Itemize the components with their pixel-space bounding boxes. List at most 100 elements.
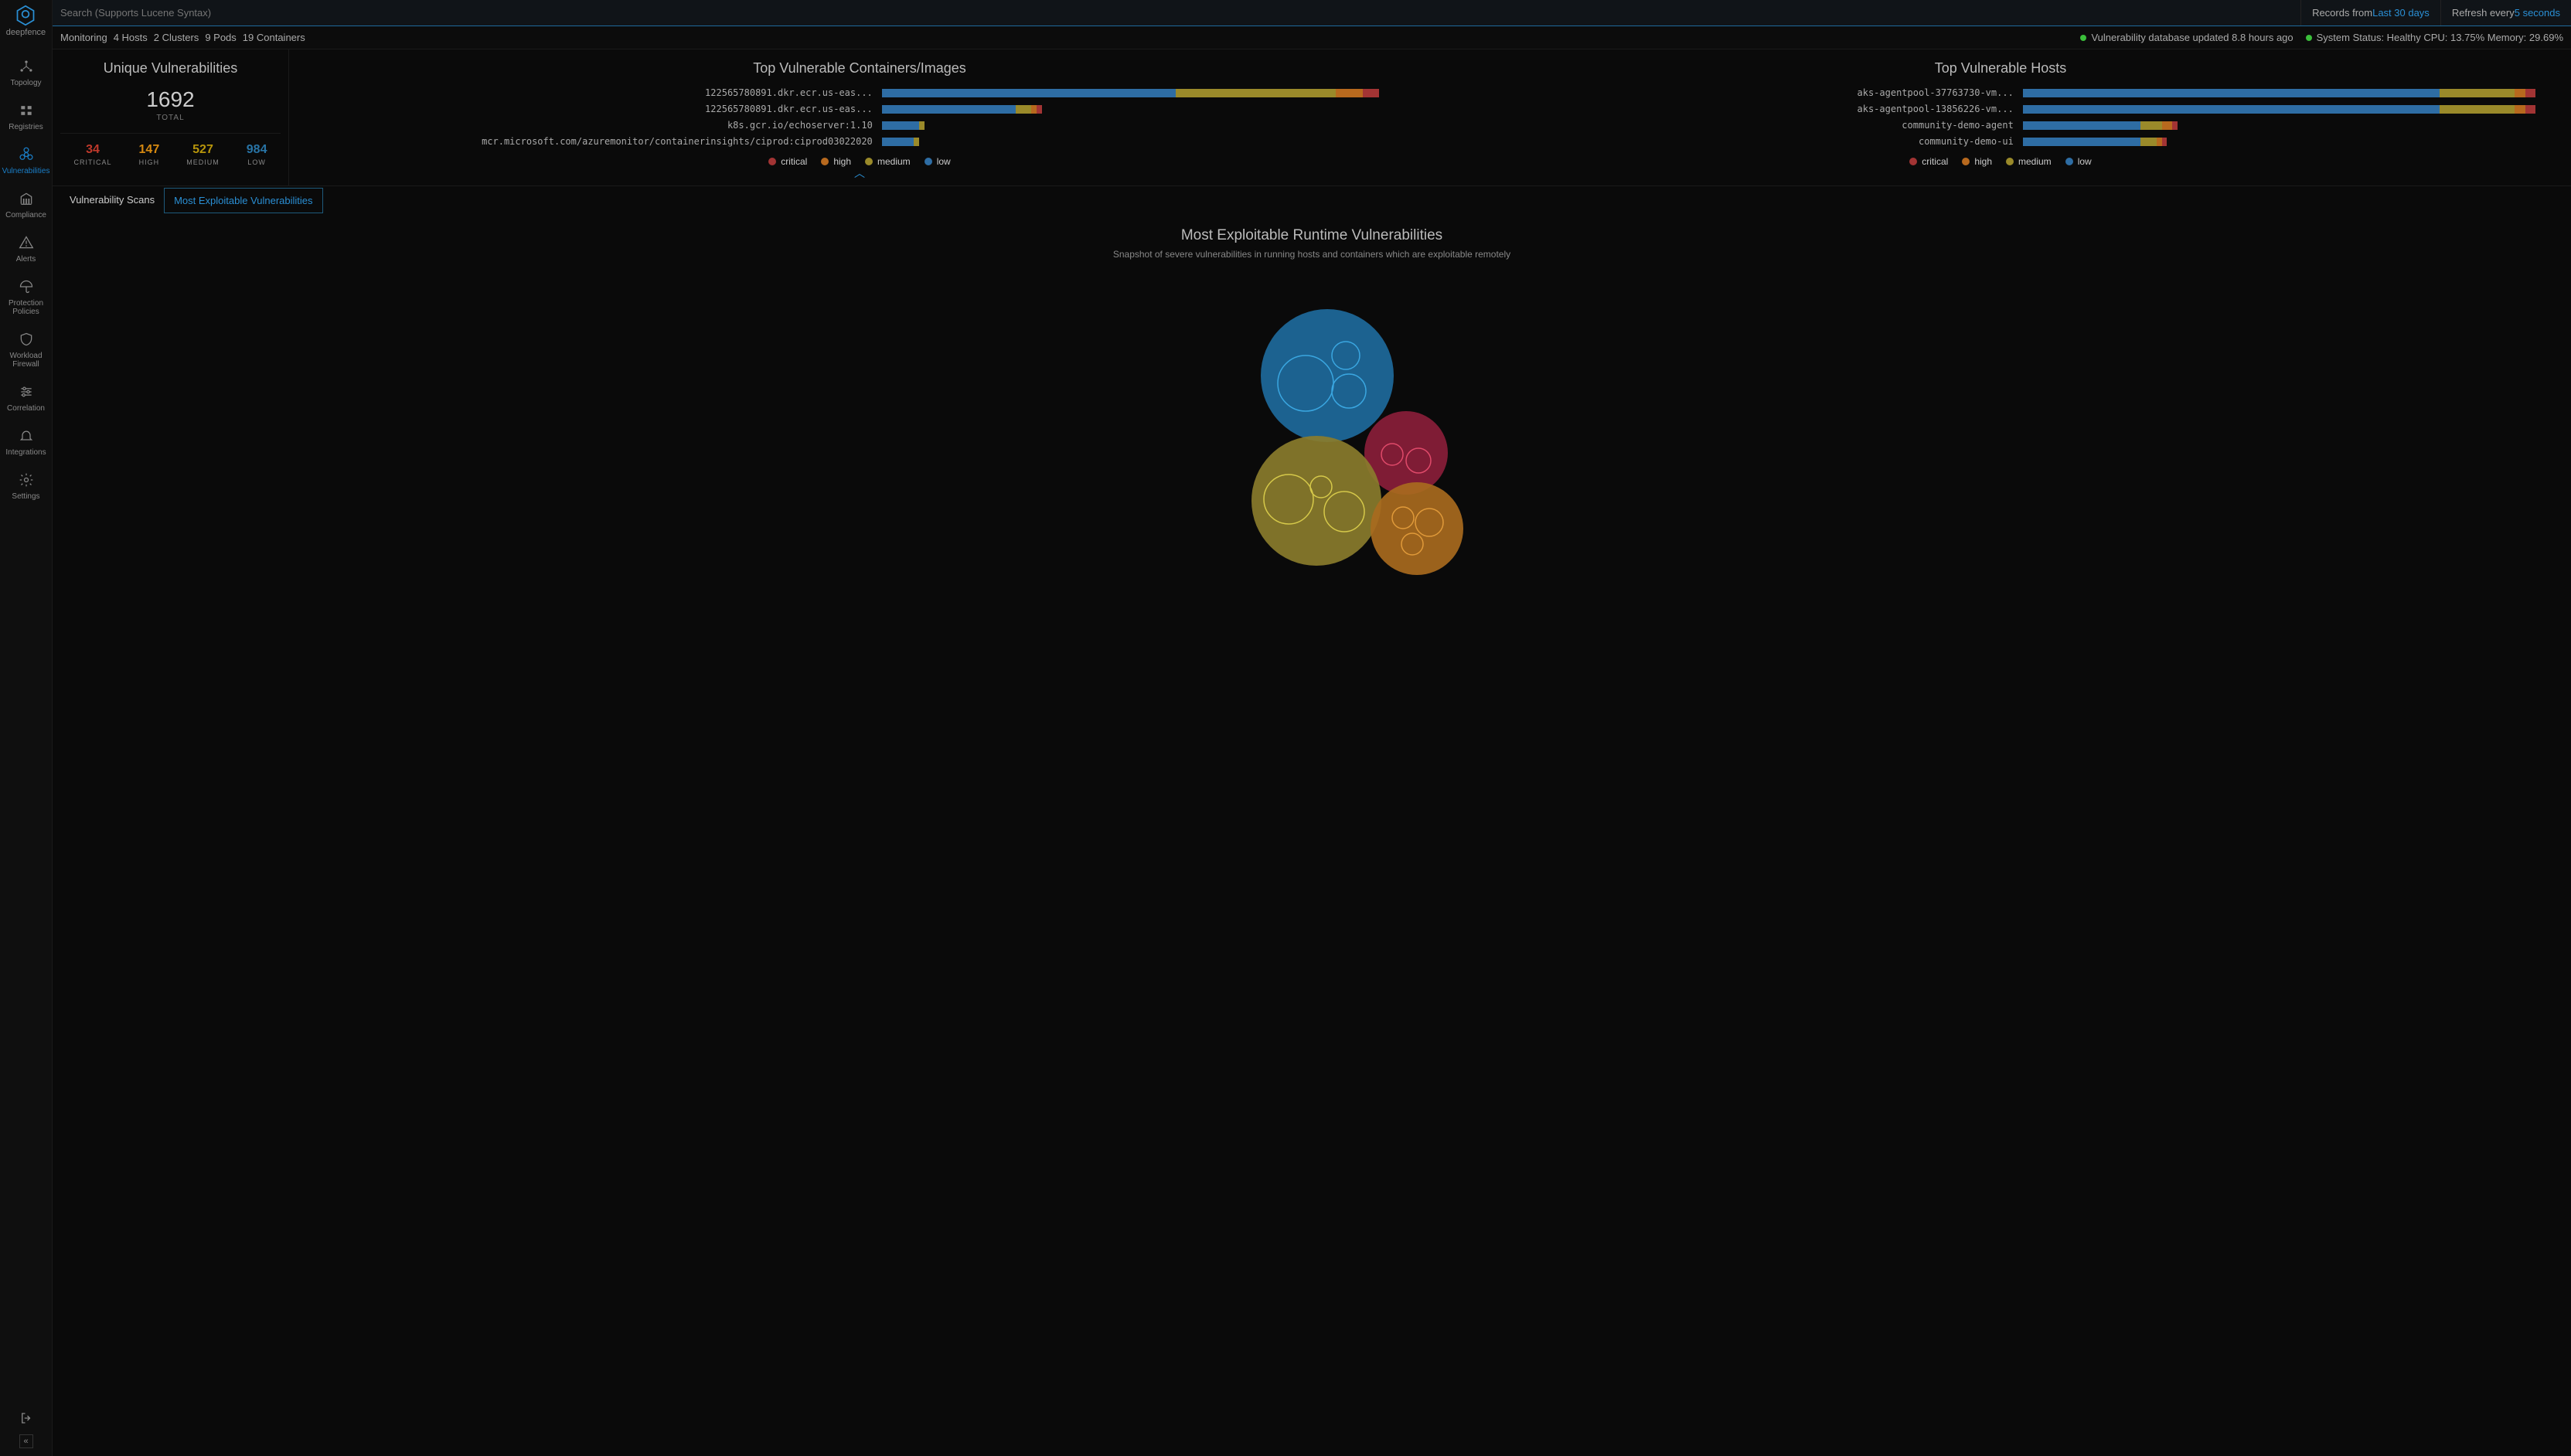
sidebar-item-registries[interactable]: Registries xyxy=(0,95,52,139)
sidebar-item-vulnerabilities[interactable]: Vulnerabilities xyxy=(0,139,52,183)
severity-value: 34 xyxy=(74,143,112,157)
bar-seg-low xyxy=(2023,105,2440,114)
severity-high[interactable]: 147HIGH xyxy=(139,143,160,166)
refresh-interval[interactable]: Refresh every 5 seconds xyxy=(2440,0,2571,26)
bar-seg-medium xyxy=(2140,138,2157,146)
sidebar-item-topology[interactable]: Topology xyxy=(0,51,52,95)
bubble-low[interactable] xyxy=(1261,309,1394,442)
bar-label: community-demo-agent xyxy=(1444,120,2023,131)
tab-most-exploitable[interactable]: Most Exploitable Vulnerabilities xyxy=(164,188,322,213)
bar-seg-medium xyxy=(2440,105,2515,114)
sidebar-item-label: Vulnerabilities xyxy=(2,167,50,175)
sidebar-item-integrations[interactable]: Integrations xyxy=(0,420,52,464)
brand-logo[interactable]: deepfence xyxy=(6,5,46,37)
status-dot-icon xyxy=(2080,35,2086,41)
panel-title: Top Vulnerable Hosts xyxy=(1444,60,2557,77)
severity-value: 527 xyxy=(186,143,220,157)
legend-critical[interactable]: critical xyxy=(1909,156,1948,167)
bell-icon xyxy=(19,428,34,444)
dot-icon xyxy=(2065,158,2073,165)
tabs: Vulnerability Scans Most Exploitable Vul… xyxy=(53,188,2571,213)
legend-medium[interactable]: medium xyxy=(865,156,911,167)
containers-count[interactable]: 19 Containers xyxy=(243,32,305,43)
bar-seg-high xyxy=(2515,105,2525,114)
bubble-chart[interactable] xyxy=(53,260,2571,1456)
logout-icon[interactable] xyxy=(19,1411,33,1425)
bar-label: mcr.microsoft.com/azuremonitor/container… xyxy=(303,136,882,147)
bar-label: aks-agentpool-13856226-vm... xyxy=(1444,104,2023,114)
bar-seg-low xyxy=(882,89,1176,97)
pods-count[interactable]: 9 Pods xyxy=(205,32,236,43)
severity-critical[interactable]: 34CRITICAL xyxy=(74,143,112,166)
bar-row[interactable]: aks-agentpool-37763730-vm... xyxy=(1444,87,2557,98)
bar-row[interactable]: community-demo-ui xyxy=(1444,136,2557,147)
dot-icon xyxy=(1962,158,1970,165)
legend-high[interactable]: high xyxy=(821,156,851,167)
bar-row[interactable]: aks-agentpool-13856226-vm... xyxy=(1444,104,2557,114)
sidebar-item-settings[interactable]: Settings xyxy=(0,464,52,509)
refresh-label: Refresh every xyxy=(2452,7,2515,19)
sidebar-item-compliance[interactable]: Compliance xyxy=(0,183,52,227)
severity-value: 147 xyxy=(139,143,160,157)
sidebar-item-correlation[interactable]: Correlation xyxy=(0,376,52,420)
bar-row[interactable]: 122565780891.dkr.ecr.us-eas... xyxy=(303,87,1416,98)
deepfence-icon xyxy=(15,5,36,26)
sidebar-item-label: Registries xyxy=(9,123,43,131)
bar-seg-high xyxy=(2162,121,2173,130)
monitoring-label: Monitoring xyxy=(60,32,107,43)
severity-medium[interactable]: 527MEDIUM xyxy=(186,143,220,166)
total-label: TOTAL xyxy=(60,114,281,122)
bar-row[interactable]: 122565780891.dkr.ecr.us-eas... xyxy=(303,104,1416,114)
bar-seg-critical xyxy=(2172,121,2178,130)
search-input[interactable] xyxy=(53,0,2300,26)
legend-low[interactable]: low xyxy=(2065,156,2092,167)
legend-low[interactable]: low xyxy=(925,156,951,167)
topbar: Records from Last 30 days Refresh every … xyxy=(53,0,2571,26)
alert-icon xyxy=(19,235,34,250)
gear-icon xyxy=(19,472,34,488)
dot-icon xyxy=(821,158,829,165)
bar-track xyxy=(882,121,1416,130)
bar-seg-high xyxy=(1336,89,1363,97)
bar-row[interactable]: mcr.microsoft.com/azuremonitor/container… xyxy=(303,136,1416,147)
legend-medium[interactable]: medium xyxy=(2006,156,2052,167)
legend-critical[interactable]: critical xyxy=(768,156,807,167)
clusters-count[interactable]: 2 Clusters xyxy=(154,32,199,43)
sidebar-item-alerts[interactable]: Alerts xyxy=(0,227,52,271)
bar-seg-low xyxy=(882,121,919,130)
bar-seg-low xyxy=(2023,138,2140,146)
dot-icon xyxy=(865,158,873,165)
refresh-value[interactable]: 5 seconds xyxy=(2515,7,2560,19)
vuln-db-status: Vulnerability database updated 8.8 hours… xyxy=(2080,32,2293,43)
bar-seg-medium xyxy=(919,121,925,130)
bar-seg-high xyxy=(2157,138,2162,146)
system-status: System Status: Healthy CPU: 13.75% Memor… xyxy=(2306,32,2563,43)
shield-icon xyxy=(19,332,34,347)
bar-seg-low xyxy=(882,105,1016,114)
chevron-up-icon[interactable]: ︿ xyxy=(303,165,1416,181)
bar-seg-low xyxy=(882,138,914,146)
bar-seg-critical xyxy=(2162,138,2167,146)
dot-icon xyxy=(768,158,776,165)
severity-label: MEDIUM xyxy=(186,158,220,166)
bar-track xyxy=(2023,89,2557,97)
bar-seg-critical xyxy=(2525,89,2536,97)
bar-row[interactable]: community-demo-agent xyxy=(1444,120,2557,131)
bar-row[interactable]: k8s.gcr.io/echoserver:1.10 xyxy=(303,120,1416,131)
sidebar-item-label: Protection Policies xyxy=(3,299,49,316)
hosts-count[interactable]: 4 Hosts xyxy=(114,32,148,43)
sidebar-collapse-button[interactable]: « xyxy=(19,1434,33,1448)
records-range[interactable]: Records from Last 30 days xyxy=(2300,0,2440,26)
sidebar-item-protection[interactable]: Protection Policies xyxy=(0,271,52,324)
severity-label: LOW xyxy=(247,158,267,166)
severity-low[interactable]: 984LOW xyxy=(247,143,267,166)
bar-seg-medium xyxy=(2440,89,2515,97)
records-value[interactable]: Last 30 days xyxy=(2372,7,2430,19)
legend-high[interactable]: high xyxy=(1962,156,1992,167)
tab-vulnerability-scans[interactable]: Vulnerability Scans xyxy=(60,188,164,213)
bar-seg-high xyxy=(1031,105,1037,114)
bar-label: 122565780891.dkr.ecr.us-eas... xyxy=(303,104,882,114)
panel-title: Top Vulnerable Containers/Images xyxy=(303,60,1416,77)
bubble-medium[interactable] xyxy=(1251,436,1381,566)
sidebar-item-firewall[interactable]: Workload Firewall xyxy=(0,324,52,376)
